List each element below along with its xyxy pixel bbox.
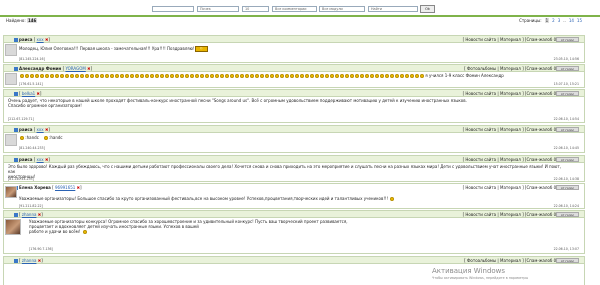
filter-field-1[interactable] bbox=[152, 6, 194, 12]
filter-search[interactable]: Найти bbox=[368, 6, 418, 12]
smiley-icon bbox=[390, 197, 395, 201]
avatar bbox=[5, 219, 21, 235]
page-15[interactable]: 15 bbox=[577, 18, 582, 23]
smiley-row bbox=[19, 73, 425, 78]
user-icon bbox=[14, 128, 18, 132]
page-1[interactable]: 1 bbox=[544, 18, 550, 23]
comment: раиса [ ххх ✖] [ Новости сайта | Материа… bbox=[3, 155, 585, 182]
comment: Александр Фомин [ YORAGOM ✖] [ Фотоальбо… bbox=[3, 64, 585, 88]
filter-select-comments[interactable]: Все комментарии bbox=[272, 6, 317, 12]
smiley-icon bbox=[43, 136, 48, 140]
comment: раиса [ ххх ✖] [ Новости сайта | Материа… bbox=[3, 35, 585, 63]
comment: [ belka1 ✖] [ Новости сайта | Материал ]… bbox=[3, 89, 585, 123]
windows-activation-watermark: Активация Windows bbox=[432, 267, 506, 275]
comment: [ zhanna ✖] [ Новости сайта | Материал ]… bbox=[3, 210, 585, 254]
avatar bbox=[5, 44, 17, 56]
smiley-icon bbox=[82, 230, 87, 234]
ok-button[interactable]: Ok bbox=[420, 5, 435, 13]
user-icon bbox=[14, 67, 18, 71]
windows-activation-hint: Чтобы активировать Windows, перейдите в … bbox=[432, 276, 529, 280]
smiley-icon bbox=[20, 136, 24, 140]
user-icon bbox=[14, 158, 18, 162]
comment: раиса [ ххх ✖] [ Новости сайта | Материа… bbox=[3, 125, 585, 153]
smiley-icon: ☺ bbox=[194, 46, 208, 52]
user-icon bbox=[14, 38, 18, 42]
user-icon bbox=[14, 92, 18, 96]
filter-select-modules[interactable]: Все модули bbox=[319, 6, 365, 12]
found-count: Найдено: 146 bbox=[6, 18, 38, 23]
user-icon bbox=[14, 213, 18, 217]
filter-field-2[interactable]: Почек bbox=[197, 6, 239, 12]
page-14[interactable]: 14 bbox=[569, 18, 574, 23]
avatar bbox=[5, 73, 17, 85]
comment: Елена Хорева [ 96991651 ✖] [ Новости сай… bbox=[3, 183, 585, 209]
filter-field-3[interactable]: 10 bbox=[242, 6, 269, 12]
page-3[interactable]: 3 bbox=[558, 18, 561, 23]
filter-bar: Почек 10 Все комментарии Все модули Найт… bbox=[0, 0, 600, 17]
vote-button[interactable]: от голос bbox=[556, 37, 579, 42]
page-2[interactable]: 2 bbox=[552, 18, 555, 23]
avatar bbox=[5, 186, 17, 198]
user-icon bbox=[14, 259, 18, 263]
avatar bbox=[5, 134, 17, 146]
pagination: Страницы: 1 2 3 .. 14 15 bbox=[519, 18, 582, 23]
